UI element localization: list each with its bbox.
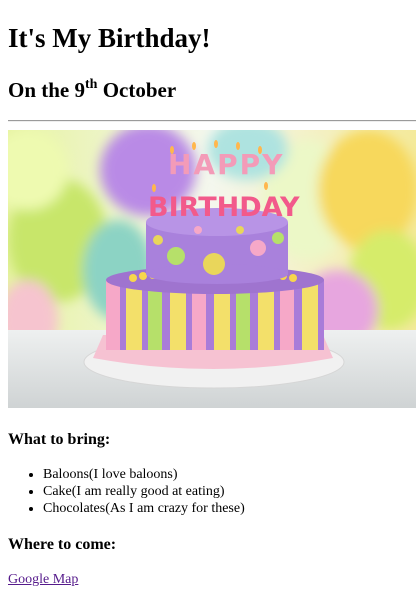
where-heading: Where to come: — [8, 536, 117, 553]
birthday-cake-image: HAPPY BIRTHDAY — [8, 130, 416, 408]
date-prefix: On the 9 — [8, 78, 86, 102]
cake-candle-text-top: HAPPY — [168, 148, 284, 181]
bring-list: Baloons(I love baloons) Cake(I am really… — [8, 466, 245, 517]
event-date: On the 9th October — [8, 76, 416, 104]
cake-candle-text-bottom: BIRTHDAY — [148, 192, 300, 223]
list-item: Cake(I am really good at eating) — [43, 483, 245, 500]
divider — [8, 120, 416, 122]
google-map-link[interactable]: Google Map — [8, 571, 78, 588]
bring-heading: What to bring: — [8, 431, 111, 448]
date-month: October — [97, 78, 177, 102]
list-item: Chocolates(As I am crazy for these) — [43, 500, 245, 517]
date-ordinal: th — [85, 77, 98, 92]
page-title: It's My Birthday! — [8, 23, 211, 53]
list-item: Baloons(I love baloons) — [43, 466, 245, 483]
page-content: It's My Birthday! On the 9th October HAP… — [8, 0, 416, 587]
